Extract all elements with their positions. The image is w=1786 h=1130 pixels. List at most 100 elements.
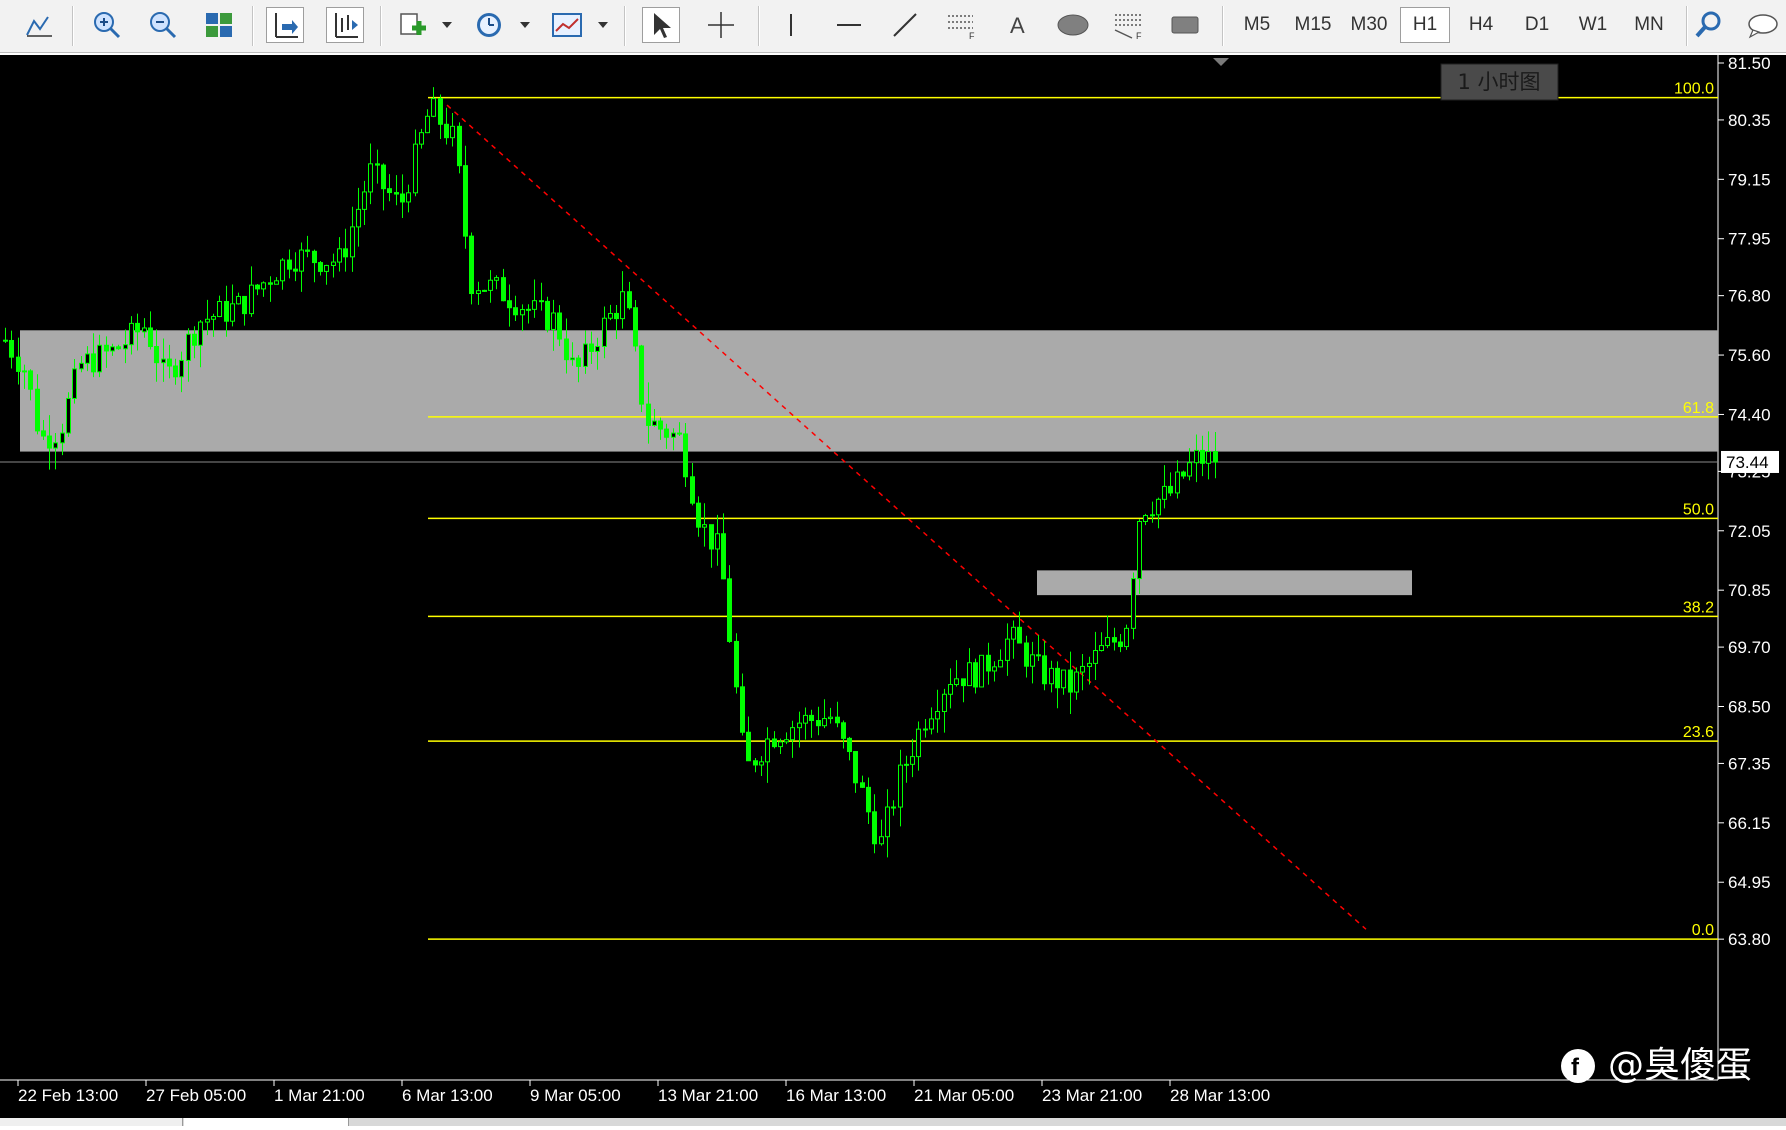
candle-body xyxy=(866,786,871,813)
cursor-button[interactable] xyxy=(642,7,680,43)
rectangle-button[interactable] xyxy=(1166,7,1204,43)
text-button[interactable]: A xyxy=(998,7,1036,43)
search-button[interactable] xyxy=(1690,7,1728,43)
timeframe-mn[interactable]: MN xyxy=(1624,7,1674,43)
auto-scroll-button[interactable] xyxy=(326,7,364,43)
indicators-dropdown-arrow[interactable] xyxy=(442,22,452,28)
time-tick-label: 23 Mar 21:00 xyxy=(1042,1086,1142,1105)
chart-tab-2[interactable] xyxy=(184,1118,349,1126)
timeframe-h1[interactable]: H1 xyxy=(1400,7,1450,43)
time-tick-label: 16 Mar 13:00 xyxy=(786,1086,886,1105)
candle-body xyxy=(482,289,487,292)
candle-body xyxy=(205,318,210,323)
templates-button[interactable] xyxy=(548,7,586,43)
candle-body xyxy=(1181,471,1186,477)
vertical-line-icon xyxy=(790,14,792,36)
support-zone[interactable] xyxy=(1037,570,1412,596)
candle-body xyxy=(790,727,795,741)
candle-body xyxy=(1124,627,1129,648)
candle-body xyxy=(224,301,229,322)
candle-body xyxy=(551,312,556,330)
zoom-in-button[interactable] xyxy=(88,7,126,43)
new-chart-button[interactable] xyxy=(20,7,58,43)
fib-level-label: 23.6 xyxy=(1683,724,1714,741)
timeframe-m30[interactable]: M30 xyxy=(1344,7,1394,43)
periodicity-button[interactable] xyxy=(470,7,508,43)
candle-body xyxy=(602,317,607,347)
candle-body xyxy=(1213,451,1218,463)
candle-body xyxy=(343,248,348,258)
chart-shift-button[interactable] xyxy=(266,7,304,43)
horizontal-line-button[interactable] xyxy=(830,7,868,43)
timeframe-m5[interactable]: M5 xyxy=(1232,7,1282,43)
tile-windows-button[interactable] xyxy=(200,7,238,43)
candle-body xyxy=(394,192,399,195)
price-tick-label: 68.50 xyxy=(1728,698,1771,717)
templates-dropdown-arrow[interactable] xyxy=(598,22,608,28)
candle-body xyxy=(954,678,959,686)
timeframe-w1[interactable]: W1 xyxy=(1568,7,1618,43)
candle-body xyxy=(765,738,770,763)
equidistant-channel-button[interactable]: F xyxy=(942,7,980,43)
search-icon xyxy=(1695,11,1721,38)
zoom-out-button[interactable] xyxy=(144,7,182,43)
svg-text:f: f xyxy=(1571,1054,1580,1081)
chart-shift-icon xyxy=(275,13,298,38)
price-tick-label: 69.70 xyxy=(1728,638,1771,657)
candle-body xyxy=(305,249,310,252)
candle-body xyxy=(387,188,392,194)
candle-body xyxy=(979,654,984,688)
candle-body xyxy=(444,123,449,139)
candle-body xyxy=(419,132,424,145)
candle-body xyxy=(570,357,575,361)
fib-level-label: 61.8 xyxy=(1683,400,1714,417)
crosshair-button[interactable] xyxy=(702,7,740,43)
chart-tab-1[interactable] xyxy=(0,1118,183,1126)
candle-body xyxy=(28,370,33,390)
candle-body xyxy=(173,365,178,378)
price-chart[interactable]: 100.0 61.8 50.0 38.2 23.6 0.0 81.50 80.35 79.15… xyxy=(0,54,1786,1126)
candle-body xyxy=(614,312,619,320)
candle-body xyxy=(255,284,260,290)
candle-body xyxy=(22,370,27,373)
candle-body xyxy=(79,362,84,370)
candle-body xyxy=(633,307,638,347)
candle-body xyxy=(545,300,550,330)
candle-body xyxy=(1030,654,1035,667)
indicators-button[interactable] xyxy=(394,7,432,43)
candle-body xyxy=(734,640,739,688)
time-tick-label: 6 Mar 13:00 xyxy=(402,1086,493,1105)
periodicity-dropdown-arrow[interactable] xyxy=(520,22,530,28)
candle-body xyxy=(860,782,865,788)
rectangle-icon xyxy=(1171,16,1199,34)
candle-body xyxy=(513,307,518,316)
resistance-zone[interactable] xyxy=(20,330,1718,452)
svg-text:F: F xyxy=(1136,31,1142,40)
trendline-button[interactable] xyxy=(886,7,924,43)
timeframe-d1[interactable]: D1 xyxy=(1512,7,1562,43)
chart-canvas[interactable]: 100.0 61.8 50.0 38.2 23.6 0.0 81.50 80.35 79.15… xyxy=(0,54,1786,1126)
candle-body xyxy=(16,356,21,372)
vertical-line-button[interactable] xyxy=(772,7,810,43)
candle-body xyxy=(898,764,903,808)
candle-body xyxy=(809,714,814,722)
candle-body xyxy=(501,277,506,302)
candle-body xyxy=(1150,514,1155,517)
fibonacci-button[interactable]: F xyxy=(1110,7,1148,43)
candle-body xyxy=(148,327,153,348)
ellipse-button[interactable] xyxy=(1054,7,1092,43)
candle-body xyxy=(935,710,940,720)
candle-body xyxy=(910,756,915,765)
candle-body xyxy=(646,403,651,426)
timeframe-m15[interactable]: M15 xyxy=(1288,7,1338,43)
candle-body xyxy=(664,428,669,438)
candle-body xyxy=(973,662,978,688)
candle-body xyxy=(425,115,430,134)
chat-button[interactable] xyxy=(1744,7,1782,43)
candle-body xyxy=(1168,485,1173,494)
candle-body xyxy=(236,295,241,305)
timeframe-h4[interactable]: H4 xyxy=(1456,7,1506,43)
candle-body xyxy=(1175,471,1180,494)
candle-body xyxy=(1093,650,1098,664)
candle-body xyxy=(362,191,367,210)
